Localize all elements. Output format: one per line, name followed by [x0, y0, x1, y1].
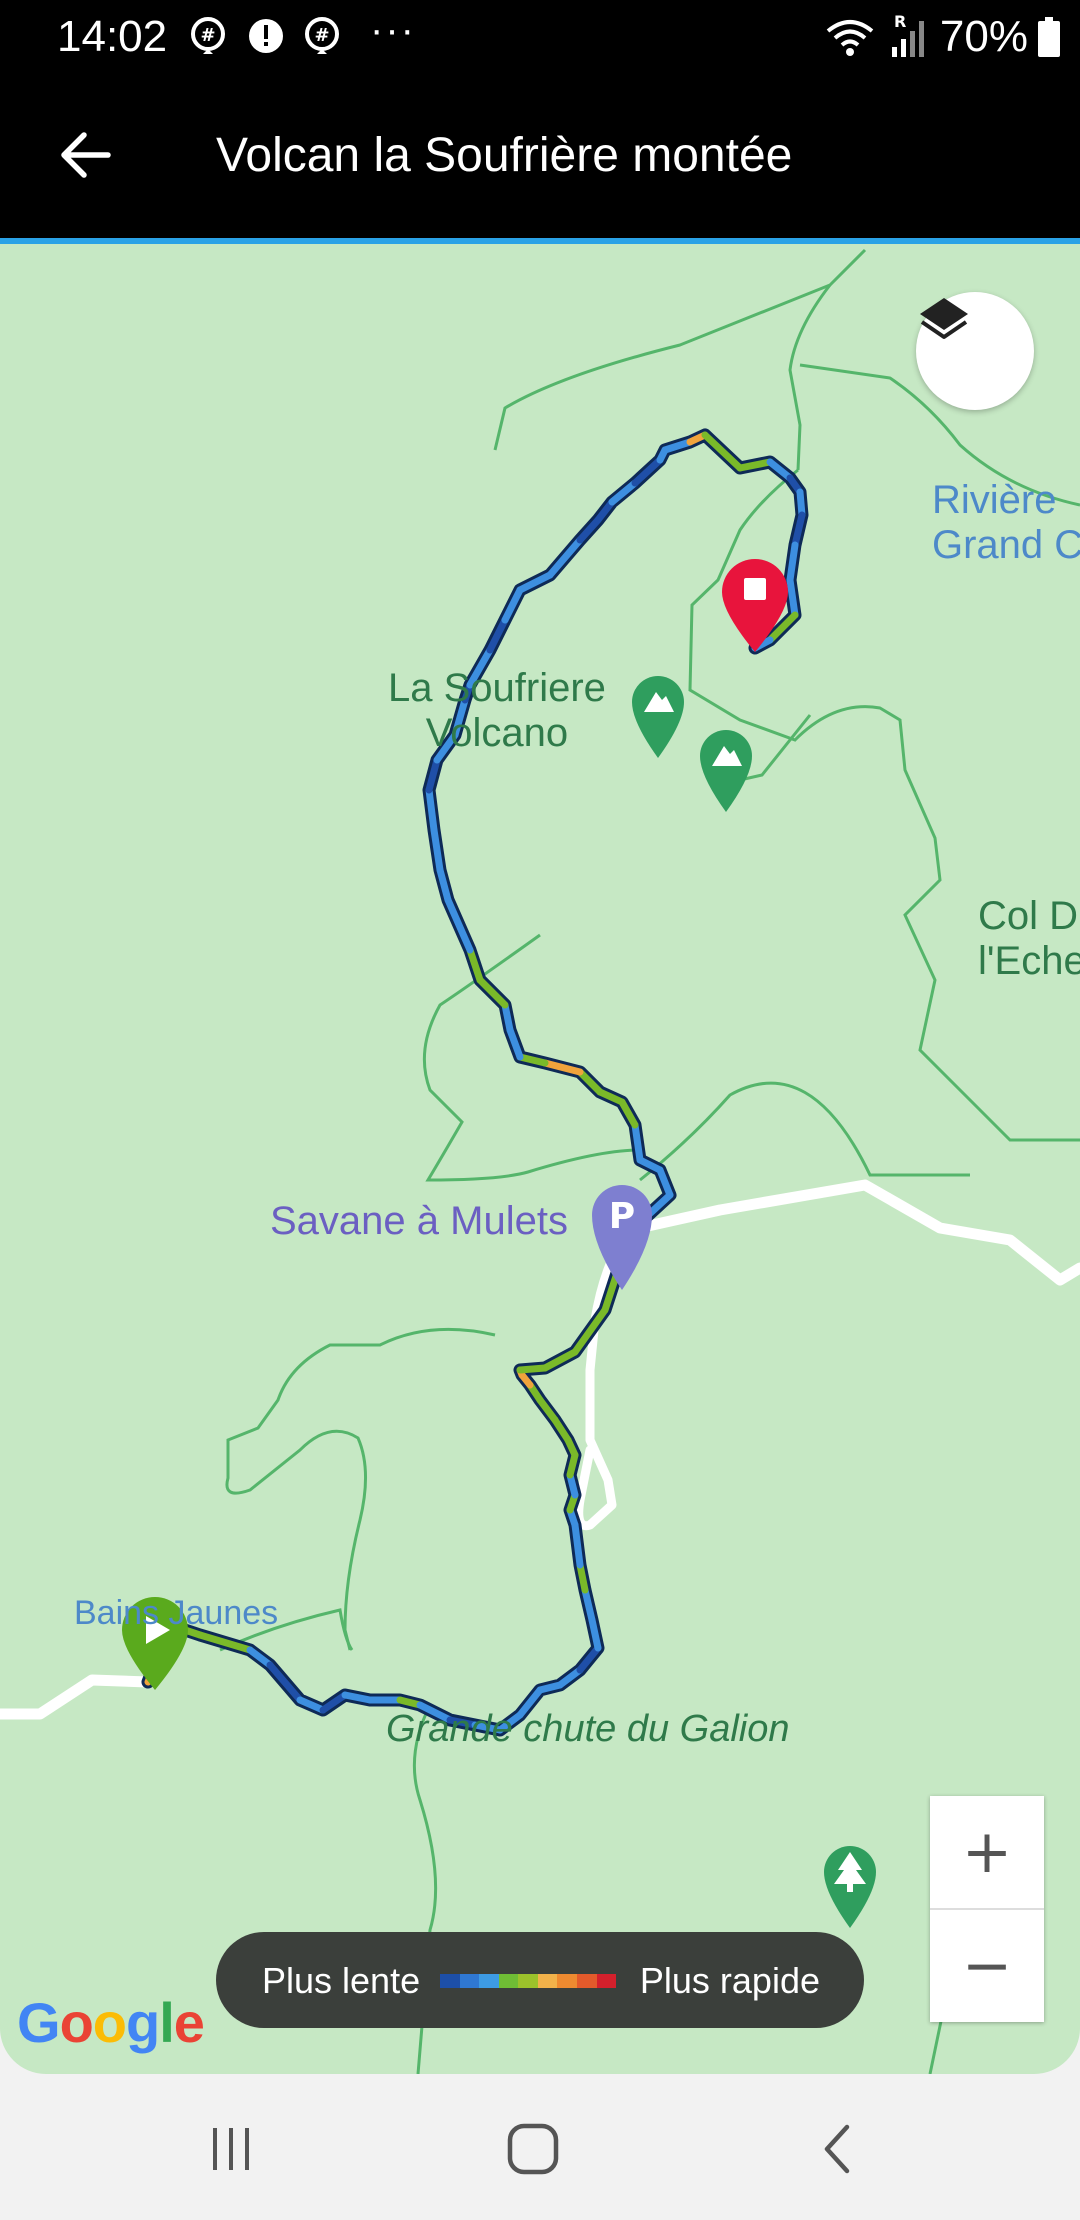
google-logo-letter: l — [159, 1991, 175, 2054]
track-segment — [425, 786, 438, 834]
track-segment — [506, 1026, 524, 1061]
alert-notification-icon — [249, 19, 283, 53]
gradient-swatch — [596, 1974, 617, 1988]
hashtag-notification-icon: # — [305, 17, 339, 54]
roaming-signal-icon: R — [891, 13, 924, 57]
home-icon — [507, 2123, 559, 2175]
legend-fast-label: Plus rapide — [639, 1960, 820, 2001]
hashtag-notification-icon: # — [191, 17, 225, 54]
status-bar: 14:02 # # ··· R 70% — [0, 0, 1080, 72]
system-nav-bar — [0, 2074, 1080, 2220]
track-segment — [786, 541, 799, 584]
svg-text:#: # — [314, 25, 329, 46]
google-logo: Google — [17, 1990, 205, 2055]
track-segment — [444, 896, 474, 954]
track-segment — [546, 536, 584, 579]
speed-gradient-bar — [440, 1974, 617, 1988]
track-segment — [576, 1561, 589, 1594]
parking-pin[interactable]: P — [592, 1185, 652, 1290]
label-col: Col D l'Eche — [978, 894, 1080, 984]
google-logo-letter: o — [92, 1991, 127, 2054]
gradient-swatch — [537, 1974, 558, 1988]
arrow-left-icon — [61, 132, 111, 178]
svg-text:P: P — [609, 1196, 635, 1237]
google-logo-letter: o — [59, 1991, 94, 2054]
gradient-swatch — [479, 1974, 499, 1988]
label-grande-chute-du-galion: Grande chute du Galion — [386, 1708, 790, 1750]
recents-button[interactable] — [186, 2104, 276, 2194]
waterfall-poi-pin[interactable] — [824, 1846, 876, 1928]
label-bains-jaunes: Bains Jaunes — [74, 1594, 279, 1632]
legend-slow-label: Plus lente — [262, 1960, 421, 2001]
label-riviere: Rivière Grand C — [932, 478, 1080, 568]
zoom-controls: + − — [930, 1796, 1044, 2022]
battery-icon — [1038, 17, 1060, 57]
home-button[interactable] — [488, 2104, 578, 2194]
google-logo-letter: e — [173, 1991, 205, 2054]
track-segment — [501, 1001, 514, 1034]
system-back-button[interactable] — [792, 2104, 882, 2194]
track-segment — [341, 1691, 374, 1704]
track-segment — [516, 1364, 549, 1374]
minus-icon: − — [961, 1931, 1013, 2001]
label-savane-a-mulets: Savane à Mulets — [270, 1199, 568, 1243]
google-logo-letter: G — [17, 1991, 61, 2054]
layers-icon — [920, 298, 968, 339]
zoom-in-button[interactable]: + — [930, 1796, 1044, 1908]
status-time: 14:02 — [57, 12, 168, 61]
speed-legend: Plus lente Plus rapide — [216, 1932, 864, 2028]
track-segment — [631, 1121, 644, 1164]
plus-icon: + — [961, 1817, 1013, 1887]
layers-button[interactable] — [916, 292, 1034, 410]
track-segment — [466, 946, 484, 984]
battery-percentage: 70% — [939, 12, 1028, 61]
recents-icon — [213, 2128, 249, 2170]
gradient-swatch — [498, 1974, 519, 1988]
gradient-swatch — [459, 1974, 480, 1988]
back-icon — [824, 2124, 850, 2174]
track-segment — [786, 576, 799, 619]
label-soufriere-volcano: La Soufriere Volcano — [388, 666, 606, 756]
track-segment — [266, 1661, 304, 1704]
map-view[interactable]: P Rivière Grand C La Soufriere Volcano C… — [0, 244, 1080, 2074]
gradient-swatch — [576, 1974, 597, 1988]
zoom-out-button[interactable]: − — [930, 1910, 1044, 2022]
map-canvas: P — [0, 248, 1080, 2074]
more-notifications-indicator: ··· — [370, 8, 416, 52]
track-outline — [141, 428, 809, 1737]
svg-text:R: R — [894, 13, 906, 31]
track-segment — [571, 1521, 584, 1569]
gradient-swatch — [440, 1974, 460, 1988]
track-segment — [701, 431, 744, 472]
gradient-swatch — [557, 1974, 577, 1988]
summit-poi-pin[interactable] — [700, 730, 752, 812]
volcano-poi-pin[interactable] — [632, 676, 684, 758]
page-title: Volcan la Soufrière montée — [216, 129, 793, 182]
google-logo-letter: g — [126, 1991, 160, 2054]
track-route — [141, 428, 809, 1737]
back-button[interactable] — [50, 110, 120, 200]
wifi-icon — [826, 20, 874, 56]
gradient-swatch — [518, 1974, 538, 1988]
svg-text:#: # — [200, 25, 215, 46]
